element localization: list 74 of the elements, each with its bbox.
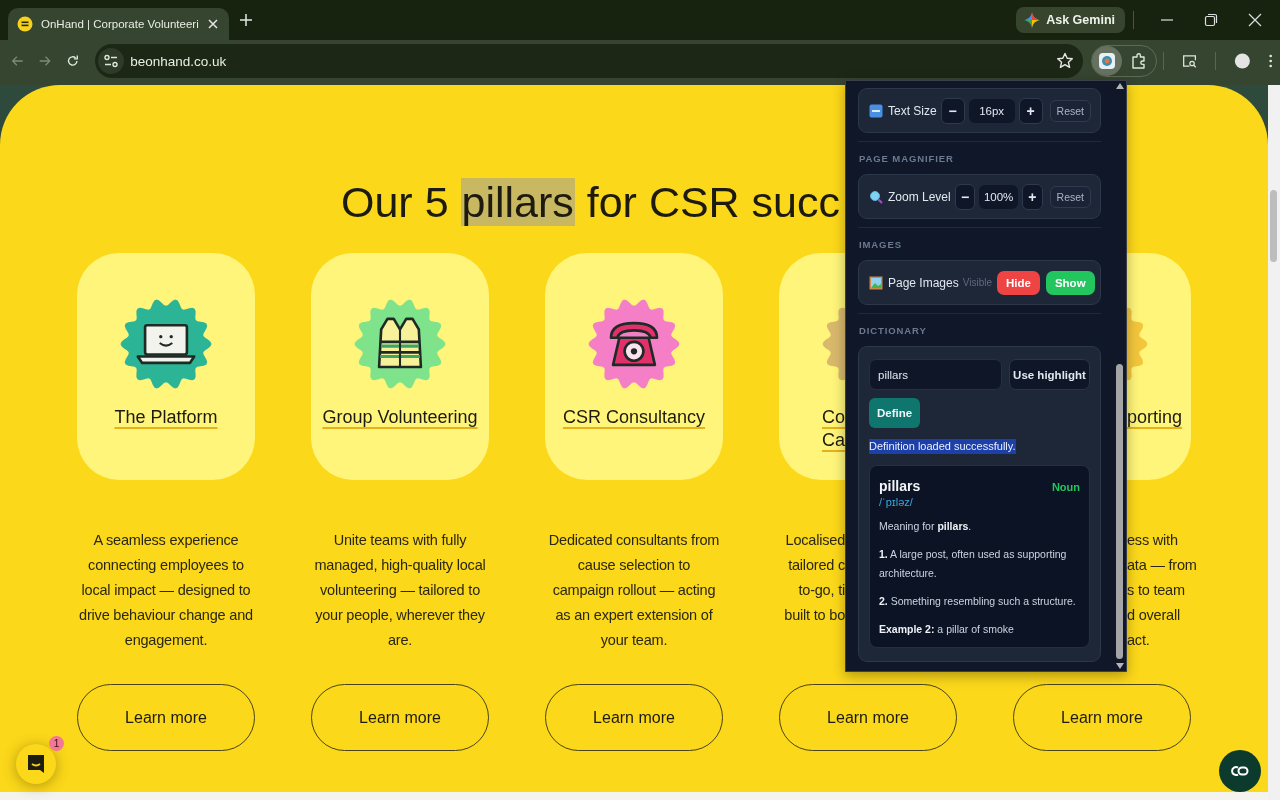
increase-button[interactable]: +	[1022, 183, 1043, 210]
example-text: Example 2: a pillar of smoke	[879, 622, 1015, 637]
use-highlight-button[interactable]: Use highlight	[1009, 359, 1090, 390]
setting-label: Text Size	[888, 103, 937, 118]
back-icon[interactable]	[11, 53, 25, 69]
meaning-text: Meaning for pillars.	[879, 519, 973, 534]
scrollbar-thumb[interactable]	[1116, 364, 1123, 659]
phonetic-text: /ˈpɪləz/	[879, 496, 914, 508]
card-title: Ca	[822, 429, 845, 452]
new-tab-icon[interactable]	[238, 13, 253, 27]
sparkle-icon	[1024, 12, 1041, 28]
text-size-icon	[869, 103, 883, 118]
close-icon[interactable]	[206, 18, 219, 30]
card-description: A seamless experience connecting employees to local impact — designed to drive behaviour change and engagement.	[79, 531, 253, 650]
favicon-icon	[17, 16, 33, 32]
hide-button[interactable]: Hide	[997, 270, 1040, 295]
restore-icon[interactable]	[1204, 13, 1218, 27]
card-title: Group Volunteering	[322, 406, 478, 429]
entry-word: pillars	[879, 478, 921, 494]
accessibility-button[interactable]	[1219, 750, 1261, 792]
decrease-button[interactable]: −	[954, 183, 976, 210]
close-window-icon[interactable]	[1248, 13, 1262, 27]
section-label: PAGE MAGNIFIER	[859, 153, 955, 164]
scrollbar-thumb[interactable]	[1270, 190, 1277, 262]
browser-tab[interactable]: OnHand | Corporate Volunteeri	[8, 8, 229, 40]
section-label: DICTIONARY	[859, 325, 928, 336]
reload-icon[interactable]	[65, 53, 80, 69]
card-title: Co	[822, 406, 845, 429]
chat-icon	[25, 753, 47, 775]
star-icon[interactable]	[1056, 52, 1075, 70]
menu-icon[interactable]	[1268, 53, 1272, 69]
magnifier-icon	[869, 189, 883, 204]
card-description: Dedicated consultants from cause selection to campaign rollout — acting as an expert extension of your team.	[548, 531, 720, 650]
site-settings-button[interactable]	[98, 48, 125, 74]
card-title: CSR Consultancy	[562, 406, 706, 429]
status-message: Definition loaded successfully.	[869, 439, 1016, 454]
sense-text: 2. Something resembling such a structure.	[879, 594, 1077, 609]
reset-button[interactable]: Reset	[1049, 99, 1091, 122]
section-label: IMAGES	[859, 239, 903, 250]
setting-label: Page Images	[888, 275, 959, 290]
sense-text: 1. A large post, often used as supporting architecture.	[879, 547, 1068, 581]
link-icon	[1229, 764, 1251, 778]
tab-title: OnHand | Corporate Volunteeri	[41, 18, 199, 30]
card-description: Unite teams with fully managed, high-quality local volunteering — tailored to your people, wherever they are.	[314, 531, 486, 650]
notification-badge: 1	[49, 736, 64, 751]
define-button[interactable]: Define	[869, 398, 921, 428]
address-bar[interactable]: beonhand.co.uk	[95, 44, 1084, 78]
setting-label: Zoom Level	[888, 189, 951, 204]
card-title: porting	[1127, 406, 1183, 429]
card-title: The Platform	[114, 406, 218, 429]
ask-gemini-button[interactable]: Ask Gemini	[1016, 7, 1125, 33]
extension-icon	[1098, 52, 1117, 70]
reset-button[interactable]: Reset	[1049, 185, 1091, 208]
popup-scrollbar[interactable]	[1113, 81, 1126, 671]
picture-frame-icon	[869, 275, 883, 290]
decrease-button[interactable]: −	[940, 97, 965, 124]
value-field: 100%	[979, 184, 1018, 209]
word-field[interactable]: pillars	[869, 359, 1002, 390]
scrollbar-track[interactable]	[1268, 85, 1280, 800]
value-field: 16px	[968, 98, 1015, 123]
card-description: Localised tailored c to-go, ti built to bo	[784, 531, 845, 625]
part-of-speech: Noun	[1051, 481, 1080, 493]
url-text: beonhand.co.uk	[130, 53, 227, 69]
extension-button[interactable]	[1092, 46, 1123, 76]
horizontal-scrollbar[interactable]	[0, 792, 1268, 800]
card-description: ess with ata — from s to team d overall act.	[1127, 531, 1197, 650]
chat-launcher[interactable]	[16, 744, 56, 784]
tune-icon	[103, 53, 120, 69]
increase-button[interactable]: +	[1018, 97, 1043, 124]
tab-search-icon[interactable]	[1182, 52, 1198, 70]
profile-icon[interactable]	[1233, 51, 1251, 71]
scroll-down-icon[interactable]	[1115, 663, 1124, 669]
status-text: Visible	[962, 277, 992, 288]
scroll-up-icon[interactable]	[1115, 83, 1124, 89]
